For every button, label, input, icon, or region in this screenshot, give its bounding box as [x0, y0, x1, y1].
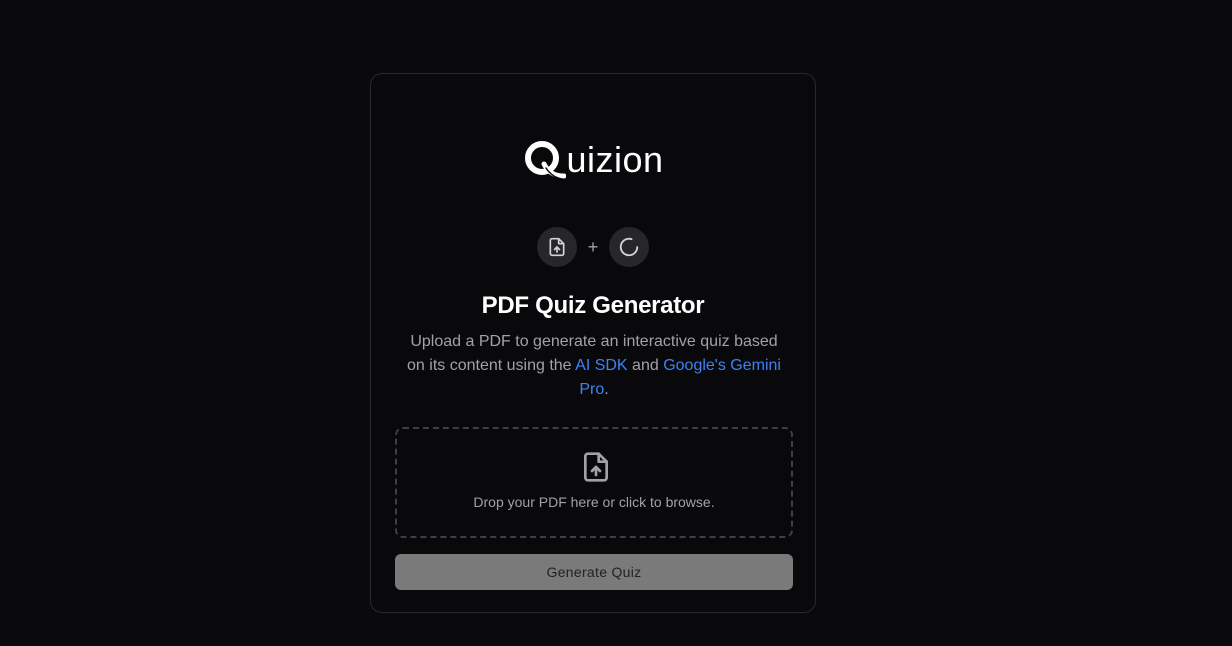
generate-quiz-button[interactable]: Generate Quiz	[395, 554, 793, 590]
feature-icons: +	[371, 227, 815, 267]
ai-sdk-link[interactable]: AI SDK	[575, 357, 627, 374]
description-suffix: .	[604, 381, 609, 398]
app-logo: uizion	[371, 136, 815, 184]
loader-circle-icon	[619, 237, 639, 257]
file-upload-icon	[549, 237, 565, 257]
description: Upload a PDF to generate an interactive …	[401, 330, 787, 402]
pdf-dropzone[interactable]: Drop your PDF here or click to browse.	[395, 427, 793, 538]
quiz-generator-card: uizion + PDF Quiz Generator Upload a PDF…	[370, 73, 816, 613]
page: uizion + PDF Quiz Generator Upload a PDF…	[0, 0, 1232, 646]
loader-badge	[609, 227, 649, 267]
logo-text: uizion	[566, 139, 664, 180]
plus-sign: +	[587, 237, 599, 257]
file-upload-icon	[584, 452, 608, 482]
dropzone-text: Drop your PDF here or click to browse.	[473, 494, 715, 510]
q-swirl-logo-icon	[525, 141, 567, 180]
description-middle: and	[627, 357, 664, 374]
page-title: PDF Quiz Generator	[481, 292, 705, 319]
file-upload-badge	[537, 227, 577, 267]
